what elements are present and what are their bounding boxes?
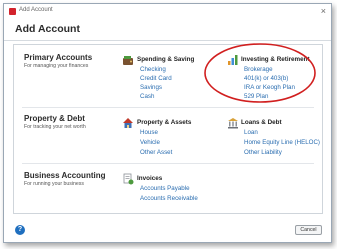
link-other-liability[interactable]: Other Liability <box>244 149 282 156</box>
section-title-business: Business Accounting <box>24 171 106 180</box>
section-subtitle-business: For running your business <box>24 181 84 187</box>
link-credit-card[interactable]: Credit Card <box>140 75 172 82</box>
link-cash[interactable]: Cash <box>140 93 154 100</box>
section-subtitle-property: For tracking your net worth <box>24 124 86 130</box>
app-icon <box>9 8 16 15</box>
section-subtitle-primary: For managing your finances <box>24 63 89 69</box>
group-title-loans: Loans & Debt <box>241 119 282 126</box>
link-house[interactable]: House <box>140 129 158 136</box>
add-account-window: Add Account × Add Account Primary Accoun… <box>3 3 332 243</box>
close-icon[interactable]: × <box>321 5 326 17</box>
dialog-footer: ? Cancel <box>4 220 331 242</box>
window-title: Add Account <box>19 7 53 13</box>
house-icon <box>123 118 133 128</box>
invoice-icon <box>123 173 134 185</box>
title-bar: Add Account × <box>4 4 331 19</box>
group-title-property-assets: Property & Assets <box>137 119 192 126</box>
dialog-heading: Add Account <box>15 23 80 35</box>
link-heloc[interactable]: Home Equity Line (HELOC) <box>244 139 320 146</box>
group-title-spending: Spending & Saving <box>137 56 195 63</box>
help-icon[interactable]: ? <box>15 225 25 235</box>
dialog-header: Add Account <box>4 19 331 41</box>
section-title-primary: Primary Accounts <box>24 53 93 62</box>
divider <box>22 163 314 164</box>
link-vehicle[interactable]: Vehicle <box>140 139 160 146</box>
divider <box>22 107 314 108</box>
section-title-property: Property & Debt <box>24 114 85 123</box>
bank-icon <box>228 118 238 129</box>
link-checking[interactable]: Checking <box>140 66 166 73</box>
wallet-icon <box>123 56 133 65</box>
cancel-button[interactable]: Cancel <box>295 225 322 235</box>
group-title-invoices: Invoices <box>137 175 163 182</box>
link-loan[interactable]: Loan <box>244 129 258 136</box>
link-accounts-payable[interactable]: Accounts Payable <box>140 185 190 192</box>
highlight-ellipse <box>204 43 316 103</box>
link-accounts-receivable[interactable]: Accounts Receivable <box>140 195 198 202</box>
link-other-asset[interactable]: Other Asset <box>140 149 172 156</box>
link-savings[interactable]: Savings <box>140 84 162 91</box>
